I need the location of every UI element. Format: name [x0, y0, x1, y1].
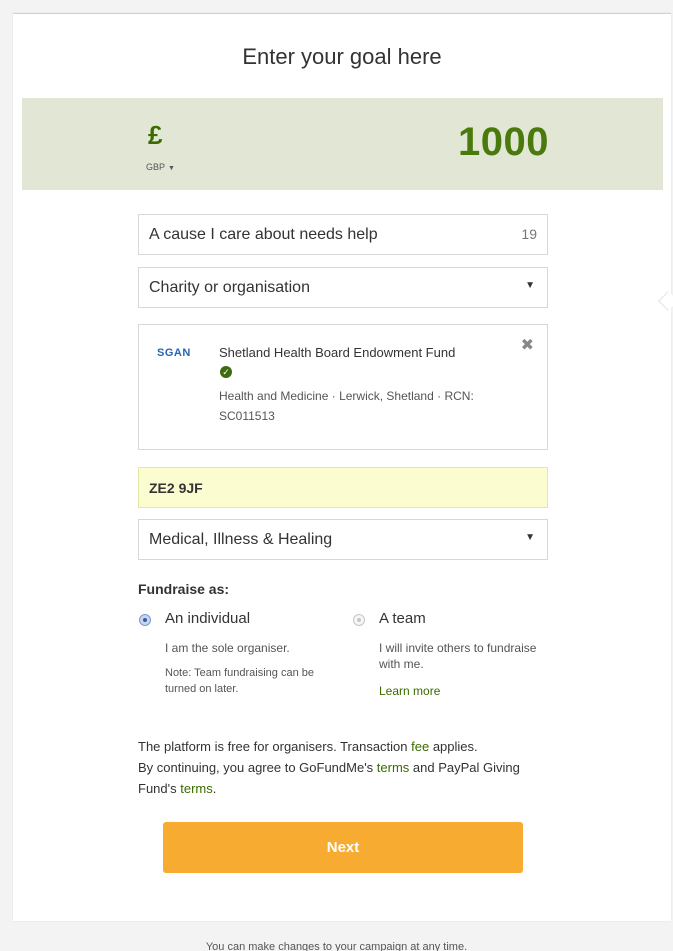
beneficiary-select[interactable]: Charity or organisation ▼	[138, 267, 548, 308]
team-radio[interactable]	[353, 614, 365, 626]
campaign-title-input[interactable]: A cause I care about needs help 19	[138, 214, 548, 255]
chevron-down-icon: ▼	[525, 280, 535, 291]
charity-details: Health and Medicine · Lerwick, Shetland …	[219, 386, 539, 426]
individual-option-label[interactable]: An individual	[165, 610, 250, 627]
category-select[interactable]: Medical, Illness & Healing ▼	[138, 519, 548, 560]
footer-note: You can make changes to your campaign at…	[205, 941, 468, 951]
beneficiary-select-value: Charity or organisation	[149, 278, 310, 296]
character-counter: 19	[521, 226, 537, 242]
chevron-down-icon: ▼	[525, 532, 535, 543]
currency-selector[interactable]: GBP ▼	[146, 162, 175, 172]
individual-option-description: I am the sole organiser.	[165, 641, 290, 655]
learn-more-link[interactable]: Learn more	[379, 684, 440, 698]
verified-check-icon: ✓	[220, 366, 232, 378]
next-button[interactable]: Next	[163, 822, 523, 873]
campaign-title-value: A cause I care about needs help	[149, 225, 378, 243]
postcode-input[interactable]: ZE2 9JF	[138, 467, 548, 508]
paypal-terms-link[interactable]: terms	[180, 781, 213, 796]
goal-amount-input[interactable]: 1000	[458, 120, 549, 165]
currency-code-label: GBP	[146, 162, 166, 172]
team-option-label[interactable]: A team	[379, 610, 426, 627]
charity-logo: SGAN	[157, 347, 191, 359]
gofundme-terms-link[interactable]: terms	[377, 760, 410, 775]
category-select-value: Medical, Illness & Healing	[149, 530, 333, 548]
charity-registration-number: SC011513	[219, 409, 275, 423]
campaign-setup-card: Enter your goal here £ GBP ▼ 1000 A cause…	[13, 13, 673, 921]
charity-meta-line: Health and Medicine · Lerwick, Shetland …	[219, 389, 474, 403]
fundraise-as-label: Fundraise as:	[138, 581, 230, 597]
chevron-down-icon: ▼	[168, 165, 175, 172]
selected-charity-card: SGAN Shetland Health Board Endowment Fun…	[138, 324, 548, 450]
fee-link[interactable]: fee	[411, 739, 429, 754]
postcode-value: ZE2 9JF	[149, 479, 203, 496]
terms-notice: The platform is free for organisers. Tra…	[138, 739, 520, 796]
close-icon[interactable]: ✖	[521, 335, 534, 355]
team-option-description: I will invite others to fundraise with m…	[379, 641, 537, 671]
currency-symbol: £	[148, 120, 163, 150]
page-title: Enter your goal here	[242, 44, 442, 69]
card-pointer	[658, 291, 673, 311]
individual-radio[interactable]	[139, 614, 151, 626]
team-fundraising-note: Note: Team fundraising can be turned on …	[165, 667, 314, 695]
goal-amount-panel: £ GBP ▼ 1000	[22, 98, 663, 190]
charity-name: Shetland Health Board Endowment Fund	[219, 345, 456, 360]
